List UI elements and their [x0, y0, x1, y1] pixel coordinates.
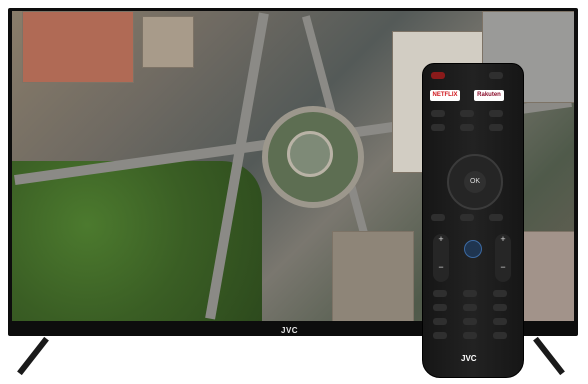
number-button[interactable] — [433, 290, 447, 297]
number-button[interactable] — [463, 304, 477, 311]
remote-button[interactable] — [431, 110, 445, 117]
dpad[interactable]: OK — [447, 154, 503, 210]
plaza-center — [287, 131, 333, 177]
remote-button[interactable] — [489, 110, 503, 117]
netflix-button[interactable]: NETFLIX — [430, 90, 460, 101]
volume-rocker[interactable]: + − — [433, 234, 449, 282]
number-button[interactable] — [433, 318, 447, 325]
remote-button[interactable] — [489, 124, 503, 131]
number-button[interactable] — [463, 318, 477, 325]
back-button[interactable] — [431, 214, 445, 221]
menu-button[interactable] — [489, 214, 503, 221]
number-button[interactable] — [493, 318, 507, 325]
building — [22, 11, 134, 83]
channel-up-label: + — [500, 234, 506, 244]
remote-button[interactable] — [460, 124, 474, 131]
number-button[interactable] — [493, 304, 507, 311]
volume-down-label: − — [438, 262, 444, 272]
home-button[interactable] — [460, 214, 474, 221]
remote-brand-logo: JVC — [461, 354, 477, 363]
mic-icon[interactable] — [464, 240, 482, 258]
channel-down-label: − — [500, 262, 506, 272]
input-button[interactable] — [489, 72, 503, 79]
remote-button[interactable] — [431, 124, 445, 131]
number-button[interactable] — [463, 332, 477, 339]
number-button[interactable] — [433, 304, 447, 311]
tv-leg-right — [533, 336, 565, 376]
tv-brand-logo: JVC — [281, 326, 299, 335]
remote-button[interactable] — [460, 110, 474, 117]
ok-button[interactable]: OK — [464, 171, 486, 193]
building — [332, 231, 414, 321]
number-button[interactable] — [433, 332, 447, 339]
building — [142, 16, 194, 68]
remote-control: NETFLIX Rakuten OK + − + − JVC — [422, 63, 524, 378]
number-button[interactable] — [493, 332, 507, 339]
number-button[interactable] — [493, 290, 507, 297]
volume-up-label: + — [438, 234, 444, 244]
channel-rocker[interactable]: + − — [495, 234, 511, 282]
power-button[interactable] — [431, 72, 445, 79]
rakuten-button[interactable]: Rakuten — [474, 90, 504, 101]
number-button[interactable] — [463, 290, 477, 297]
tv-leg-left — [17, 336, 49, 376]
